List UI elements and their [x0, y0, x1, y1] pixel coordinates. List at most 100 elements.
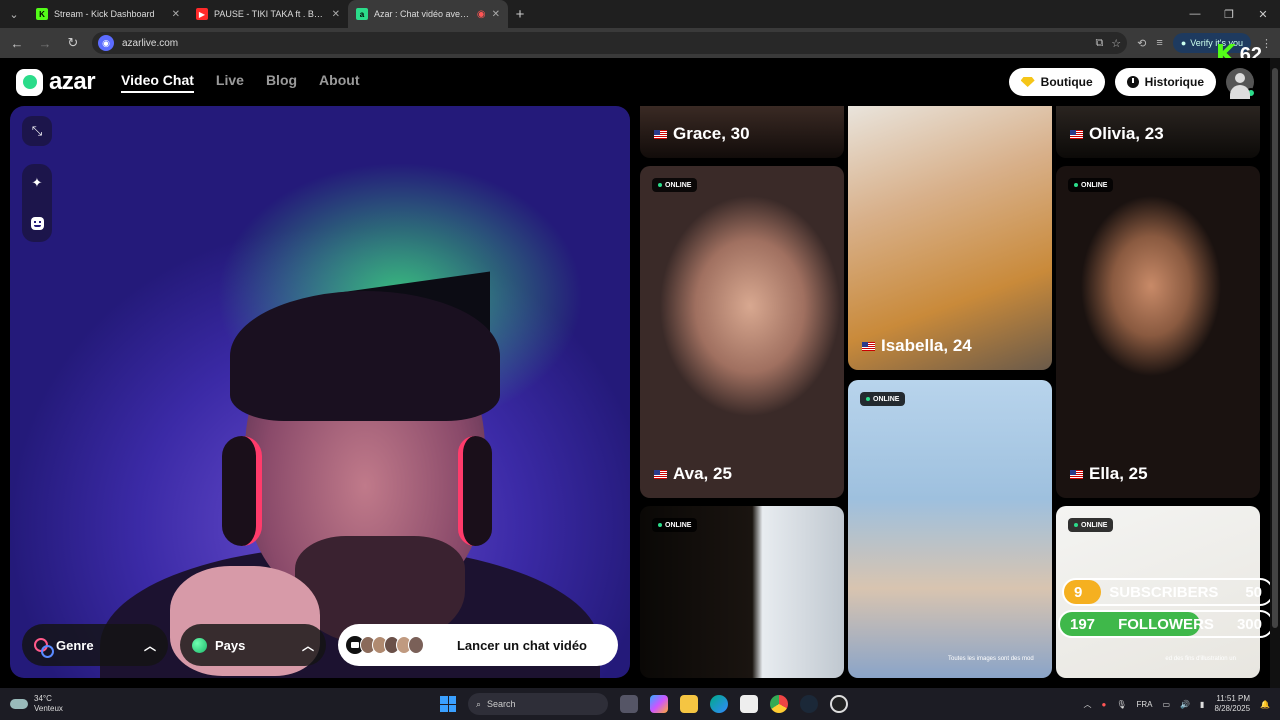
- sparkle-effects-icon[interactable]: ✦: [22, 168, 52, 198]
- close-window-icon[interactable]: ✕: [1246, 8, 1280, 21]
- taskbar-clock[interactable]: 11:51 PM 8/28/2025: [1214, 694, 1250, 714]
- tab-title: Azar : Chat vidéo avec de n: [374, 9, 471, 19]
- taskbar-search[interactable]: ⌕ Search: [468, 693, 608, 715]
- gender-filter-label: Genre: [56, 637, 94, 653]
- site-info-icon[interactable]: ◉: [98, 35, 114, 51]
- tab-search-chevron-icon[interactable]: ⌄: [0, 0, 28, 28]
- history-button[interactable]: Historique: [1114, 68, 1216, 96]
- subscribers-goal: 50: [1245, 583, 1262, 601]
- azar-logo[interactable]: azar: [16, 68, 96, 96]
- face-filter-button[interactable]: [22, 208, 52, 238]
- reload-icon[interactable]: ↻: [64, 35, 82, 51]
- notification-bell-icon[interactable]: 🔔: [1260, 700, 1270, 709]
- gender-filter-button[interactable]: Genre ︿: [22, 624, 168, 666]
- followers-goal: 300: [1236, 615, 1262, 633]
- nav-live[interactable]: Live: [216, 72, 244, 93]
- obs-icon[interactable]: [830, 695, 848, 713]
- avatar-thumb: [408, 636, 424, 654]
- window-controls: — ❐ ✕: [1178, 0, 1280, 28]
- chevron-up-icon[interactable]: ︿: [1084, 699, 1092, 710]
- profile-card[interactable]: ONLINE: [640, 506, 844, 678]
- network-icon[interactable]: ▭: [1163, 700, 1171, 709]
- country-filter-button[interactable]: Pays ︿: [180, 624, 326, 666]
- close-icon[interactable]: ✕: [332, 9, 340, 20]
- logo-text: azar: [49, 68, 96, 95]
- person-hair: [230, 291, 500, 421]
- battery-icon[interactable]: ▮: [1200, 700, 1204, 709]
- chrome-icon[interactable]: [770, 695, 788, 713]
- windows-start-icon[interactable]: [440, 696, 456, 712]
- task-view-icon[interactable]: [620, 695, 638, 713]
- back-arrow-icon[interactable]: ←: [8, 36, 26, 51]
- followers-goal-bar: 197 FOLLOWERS 300: [1058, 610, 1274, 638]
- headset-left: [222, 436, 262, 546]
- tab-kick-dashboard[interactable]: K Stream - Kick Dashboard ✕: [28, 0, 188, 28]
- profile-name: Grace, 30: [654, 124, 750, 144]
- profile-card-olivia[interactable]: Olivia, 23: [1056, 106, 1260, 158]
- language-indicator[interactable]: FRA: [1137, 700, 1153, 709]
- page-scrollbar[interactable]: [1270, 58, 1280, 688]
- scrollbar-thumb[interactable]: [1272, 68, 1278, 628]
- weather-condition: Venteux: [34, 704, 63, 713]
- tab-title: Stream - Kick Dashboard: [54, 9, 155, 19]
- nav-video-chat[interactable]: Video Chat: [121, 72, 194, 93]
- match-controls: Genre ︿ Pays ︿ Lancer un chat vidéo: [22, 624, 618, 666]
- shop-label: Boutique: [1040, 75, 1093, 89]
- copilot-icon[interactable]: [650, 695, 668, 713]
- camera-tools: ⤡ ✦: [22, 116, 52, 242]
- profile-card-grace[interactable]: Grace, 30: [640, 106, 844, 158]
- clock-icon: [1126, 76, 1139, 88]
- start-video-chat-button[interactable]: Lancer un chat vidéo: [338, 624, 618, 666]
- install-app-icon[interactable]: ⧉: [1095, 37, 1103, 50]
- bookmark-star-icon[interactable]: ☆: [1111, 37, 1121, 50]
- profile-card-ava[interactable]: ONLINE Ava, 25: [640, 166, 844, 498]
- shop-button[interactable]: Boutique: [1008, 68, 1105, 96]
- tab-azar[interactable]: a Azar : Chat vidéo avec de n ◉ ✕: [348, 0, 508, 28]
- store-icon[interactable]: [740, 695, 758, 713]
- online-badge: ONLINE: [652, 518, 698, 532]
- weather-cloud-icon: [10, 699, 28, 709]
- tray-app-icon[interactable]: ●: [1102, 700, 1107, 709]
- followers-current: 197: [1070, 615, 1096, 633]
- profile-avatar-icon: ●: [1180, 38, 1187, 48]
- main-nav: Video Chat Live Blog About: [121, 72, 359, 93]
- url-text[interactable]: azarlive.com: [122, 38, 1087, 49]
- online-status-icon: [1246, 88, 1256, 98]
- minimize-icon[interactable]: —: [1178, 8, 1212, 20]
- close-icon[interactable]: ✕: [492, 9, 500, 20]
- start-video-chat-label: Lancer un chat vidéo: [456, 637, 588, 653]
- subscribers-goal-bar: 9 SUBSCRIBERS 50: [1062, 578, 1274, 606]
- volume-icon[interactable]: 🔊: [1180, 700, 1190, 709]
- windows-taskbar: 34°C Venteux ⌕ Search ︿ ● 🎙 FRA ▭ 🔊 ▮ 11…: [0, 688, 1280, 720]
- forward-arrow-icon[interactable]: →: [36, 36, 54, 51]
- profile-name: Olivia, 23: [1070, 124, 1164, 144]
- profile-card-ella[interactable]: ONLINE Ella, 25: [1056, 166, 1260, 498]
- new-tab-plus-icon[interactable]: +: [508, 6, 532, 23]
- history-icon[interactable]: ⟲: [1137, 37, 1146, 50]
- globe-icon: [192, 637, 207, 653]
- microphone-icon[interactable]: 🎙: [1116, 700, 1126, 709]
- restore-icon[interactable]: ❐: [1212, 8, 1246, 21]
- address-bar[interactable]: ◉ azarlive.com ⧉ ☆: [92, 32, 1128, 54]
- weather-widget[interactable]: 34°C Venteux: [0, 694, 200, 714]
- face-filter-icon: [30, 216, 44, 230]
- user-avatar[interactable]: [1226, 68, 1256, 99]
- us-flag-icon: [1070, 129, 1083, 139]
- profile-card-isabella[interactable]: Isabella, 24: [848, 106, 1052, 370]
- minimize-view-icon[interactable]: ⤡: [22, 116, 52, 146]
- nav-blog[interactable]: Blog: [266, 72, 297, 93]
- edge-icon[interactable]: [710, 695, 728, 713]
- browser-menu-icon[interactable]: ⋮: [1261, 37, 1272, 50]
- history-label: Historique: [1144, 75, 1204, 89]
- steam-icon[interactable]: [800, 695, 818, 713]
- tab-youtube-music[interactable]: ▶ PAUSE - TIKI TAKA ft . BERMUDA ✕: [188, 0, 348, 28]
- profile-name: Isabella, 24: [862, 336, 972, 356]
- online-badge: ONLINE: [860, 392, 906, 406]
- chevron-up-icon: ︿: [143, 638, 156, 653]
- profile-card[interactable]: ONLINE: [848, 380, 1052, 678]
- file-explorer-icon[interactable]: [680, 695, 698, 713]
- media-control-icon[interactable]: ≡: [1156, 37, 1162, 49]
- temperature: 34°C: [34, 694, 52, 703]
- nav-about[interactable]: About: [319, 72, 359, 93]
- close-icon[interactable]: ✕: [172, 9, 180, 20]
